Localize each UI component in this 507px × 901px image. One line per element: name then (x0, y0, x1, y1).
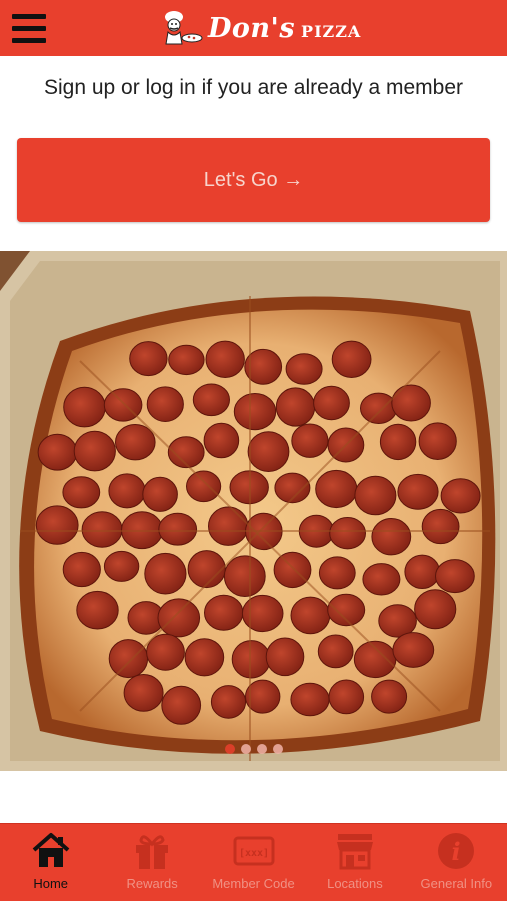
brand-name: Don's (208, 12, 296, 44)
tab-locations[interactable]: Locations (304, 824, 405, 901)
pepperoni (328, 679, 365, 715)
pepperoni (208, 506, 249, 546)
pepperoni (144, 552, 187, 595)
pepperoni (421, 508, 460, 545)
menu-icon[interactable] (12, 14, 46, 44)
brand-logo: Don's PIZZA (158, 8, 361, 48)
pepperoni (108, 473, 146, 509)
pepperoni (290, 596, 331, 635)
tab-general-info[interactable]: i General Info (406, 824, 507, 901)
pepperoni (35, 505, 79, 545)
pepperoni (108, 639, 149, 679)
pepperoni (331, 340, 372, 379)
tab-label: Rewards (126, 876, 178, 891)
svg-text:i: i (452, 837, 461, 866)
pepperoni (265, 637, 305, 677)
tab-rewards[interactable]: Rewards (101, 824, 202, 901)
pepperoni (161, 685, 202, 725)
carousel-dot[interactable] (256, 744, 267, 754)
pepperoni (37, 433, 78, 471)
pepperoni (379, 423, 417, 461)
tab-home[interactable]: Home (0, 824, 101, 901)
pepperoni (241, 594, 284, 633)
pepperoni (247, 431, 290, 473)
pepperoni (203, 422, 240, 459)
pizza-image (0, 251, 507, 771)
store-icon (336, 834, 373, 870)
pepperoni (273, 551, 312, 589)
pepperoni (397, 473, 439, 510)
tab-label: Home (33, 876, 69, 891)
pepperoni (435, 559, 475, 594)
pepperoni (187, 550, 226, 589)
pepperoni (313, 385, 350, 421)
pepperoni (318, 556, 356, 590)
pepperoni (231, 640, 271, 679)
tab-label: Locations (327, 876, 383, 891)
pepperoni (142, 476, 178, 512)
header-bar: Don's PIZZA (0, 0, 507, 56)
signup-prompt: Sign up or log in if you are already a m… (43, 76, 464, 99)
pepperoni (186, 470, 222, 503)
pepperoni (233, 393, 277, 431)
pepperoni (391, 384, 431, 422)
pepperoni (440, 478, 481, 514)
pepperoni (291, 423, 329, 458)
pepperoni (168, 344, 205, 376)
pepperoni (103, 550, 140, 582)
pepperoni (62, 551, 101, 588)
chef-mascot-icon (165, 11, 203, 45)
pepperoni (285, 353, 323, 385)
hero-carousel[interactable] (0, 251, 507, 771)
pepperoni (371, 679, 408, 714)
bottom-tab-bar: Home Rewards [xxx] Member Code Locations (0, 823, 507, 901)
carousel-indicator[interactable] (0, 744, 507, 754)
pepperoni (76, 590, 119, 630)
pepperoni (414, 589, 457, 630)
pepperoni (223, 555, 266, 598)
pepperoni (62, 476, 101, 509)
pepperoni (63, 386, 106, 428)
pepperoni (158, 512, 198, 546)
pepperoni (204, 594, 244, 631)
pepperoni (192, 383, 230, 417)
pepperoni (290, 682, 330, 717)
carousel-dot[interactable] (272, 744, 283, 754)
pepperoni (210, 685, 247, 719)
pepperoni (354, 475, 397, 516)
info-icon: i (438, 833, 475, 869)
carousel-dot[interactable] (224, 744, 235, 754)
home-icon (32, 833, 70, 867)
pepperoni (205, 340, 245, 379)
pepperoni (157, 598, 201, 638)
pepperoni (329, 517, 367, 550)
brand-subtitle: PIZZA (301, 21, 362, 41)
pepperoni (115, 424, 156, 461)
tab-label: Member Code (212, 876, 295, 891)
pepperoni (146, 386, 184, 422)
pepperoni (129, 341, 168, 377)
pepperoni (392, 632, 435, 668)
pepperoni (404, 554, 441, 589)
pepperoni (184, 638, 225, 677)
pepperoni (418, 422, 457, 460)
pepperoni (360, 392, 398, 425)
pepperoni (371, 518, 412, 556)
gift-icon (136, 835, 169, 869)
tab-member-code[interactable]: [xxx] Member Code (203, 824, 304, 901)
member-code-icon: [xxx] (233, 836, 275, 866)
carousel-dot[interactable] (240, 744, 251, 754)
lets-go-button[interactable]: Let's Go → (17, 138, 490, 222)
tab-label: General Info (420, 876, 493, 891)
pepperoni (275, 387, 316, 427)
pepperoni (123, 674, 164, 712)
svg-text:[xxx]: [xxx] (238, 848, 268, 859)
pepperoni (362, 563, 401, 596)
pepperoni (315, 469, 358, 509)
pepperoni (73, 430, 116, 472)
pepperoni (317, 634, 354, 669)
pepperoni (81, 511, 123, 548)
